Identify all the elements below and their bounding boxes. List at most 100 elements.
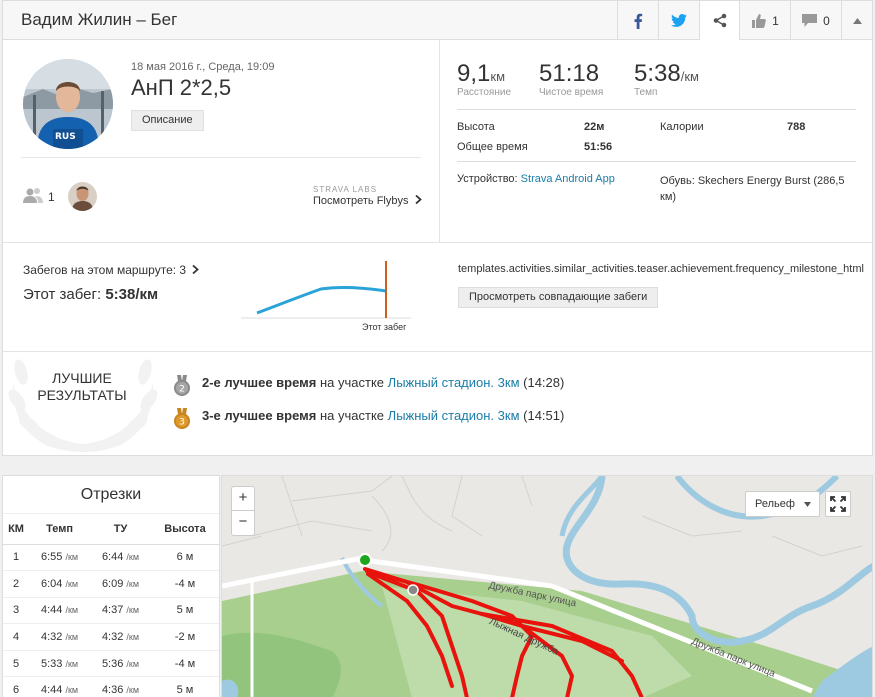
split-pace-unit: /км xyxy=(65,578,79,589)
distance-label: Расстояние xyxy=(457,87,512,98)
share-icon xyxy=(713,13,726,28)
split-pace-value: 6:04 xyxy=(40,577,63,590)
matched-runs-link[interactable]: Забегов на этом маршруте: 3 xyxy=(23,263,200,277)
shoes-label: Обувь: xyxy=(660,175,695,187)
split-gap: 4:36 /км xyxy=(90,676,151,697)
achievement-row: 3-е лучшее время на участке Лыжный стади… xyxy=(202,408,564,423)
activity-card: Вадим Жилин – Бег 1 0 RUS 18 мая 2016 г.… xyxy=(2,0,873,456)
divider xyxy=(3,242,872,243)
this-run-value: 5:38/км xyxy=(105,286,159,303)
comment-count: 0 xyxy=(823,13,830,28)
pace-value: 5:38 xyxy=(634,60,681,87)
facebook-share-button[interactable] xyxy=(617,1,658,40)
this-run-label: Этот забег: xyxy=(23,286,102,303)
device-label: Устройство: xyxy=(457,173,518,185)
group-athlete-avatar[interactable] xyxy=(68,182,97,211)
moving-time-stat: 51:18 Чистое время xyxy=(539,60,603,98)
splits-title: Отрезки xyxy=(3,476,219,514)
pace-sparkline: Этот забег xyxy=(241,261,411,332)
split-gap: 6:44 /км xyxy=(90,544,151,572)
achievement-time: (14:51) xyxy=(523,408,565,423)
split-gap-value: 6:09 xyxy=(101,577,124,590)
map-type-label: Рельеф xyxy=(755,498,795,510)
split-km: 5 xyxy=(3,650,30,678)
split-km: 3 xyxy=(3,597,30,625)
split-row: 3 4:44 /км 4:37 /км 5 м xyxy=(3,597,219,625)
kudos-button[interactable]: 1 xyxy=(739,1,790,40)
bronze-medal-icon: 3 xyxy=(174,408,190,429)
share-button[interactable] xyxy=(699,1,739,40)
fullscreen-icon xyxy=(830,496,846,512)
zoom-control: + − xyxy=(231,486,255,536)
facebook-icon xyxy=(634,13,643,29)
split-pace-unit: /км xyxy=(65,658,79,669)
avatar-photo: RUS xyxy=(23,59,113,149)
split-pace-unit: /км xyxy=(65,685,79,696)
split-gap: 4:32 /км xyxy=(90,623,151,651)
elapsed-time-value: 51:56 xyxy=(584,141,613,153)
vertical-divider xyxy=(439,40,440,242)
route-map[interactable]: Дружба парк улица Дружба парк улица Лыжн… xyxy=(221,475,873,697)
comments-button[interactable]: 0 xyxy=(790,1,841,40)
split-pace: 6:04 /км xyxy=(29,570,91,598)
fullscreen-button[interactable] xyxy=(825,491,851,517)
split-elevation: 5 м xyxy=(150,597,219,625)
athletes-icon[interactable] xyxy=(23,187,43,203)
split-pace-unit: /км xyxy=(65,632,79,643)
split-row: 6 4:44 /км 4:36 /км 5 м xyxy=(3,676,219,697)
this-run-pace: Этот забег: 5:38/км xyxy=(23,286,158,303)
best-efforts-title: Лучшие результаты xyxy=(37,370,127,403)
activity-name: АнП 2*2,5 xyxy=(131,75,232,100)
split-gap-value: 5:36 xyxy=(101,657,124,670)
zoom-in-button[interactable]: + xyxy=(232,487,254,511)
achievement-rank-label: 3-е лучшее время xyxy=(202,408,317,423)
segment-link[interactable]: Лыжный стадион. 3км xyxy=(388,375,520,390)
matched-runs-label: Забегов на этом маршруте: 3 xyxy=(23,263,187,277)
split-gap-value: 4:37 xyxy=(101,604,124,617)
column-header-km: КМ xyxy=(3,514,30,545)
kudos-count: 1 xyxy=(772,13,779,28)
elevation-label: Высота xyxy=(457,121,495,133)
split-gap-unit: /км xyxy=(126,685,140,696)
calories-label: Калории xyxy=(660,121,704,133)
split-row: 4 4:32 /км 4:32 /км -2 м xyxy=(3,623,219,651)
split-gap-unit: /км xyxy=(126,658,140,669)
segment-link[interactable]: Лыжный стадион. 3км xyxy=(388,408,520,423)
medal-rank: 3 xyxy=(179,418,185,428)
pace-unit: /км xyxy=(680,69,699,84)
thumbs-up-icon xyxy=(752,13,766,28)
view-matched-runs-button[interactable]: Просмотреть совпадающие забеги xyxy=(458,287,659,308)
athlete-thumb-photo xyxy=(68,182,97,211)
split-elevation: -2 м xyxy=(150,623,219,651)
device-link[interactable]: Strava Android App xyxy=(521,173,615,185)
twitter-share-button[interactable] xyxy=(658,1,699,40)
caret-down-icon xyxy=(804,501,811,507)
collapse-button[interactable] xyxy=(841,1,872,40)
strava-labs-label: STRAVA LABS xyxy=(313,185,378,194)
athlete-avatar[interactable]: RUS xyxy=(23,59,113,149)
shoes-info: Обувь: Skechers Energy Burst (286,5 км) xyxy=(660,173,860,205)
description-button[interactable]: Описание xyxy=(131,110,204,131)
zoom-out-button[interactable]: − xyxy=(232,511,254,535)
activity-header: Вадим Жилин – Бег 1 0 xyxy=(3,1,872,40)
column-header-gap: ТУ xyxy=(90,514,151,545)
split-pace-unit: /км xyxy=(65,552,79,563)
flybys-link[interactable]: Посмотреть Flybys xyxy=(313,194,422,207)
elevation-value-wrap: 22м xyxy=(584,121,604,133)
split-pace-value: 4:44 xyxy=(40,604,63,617)
split-row: 2 6:04 /км 6:09 /км -4 м xyxy=(3,570,219,598)
map-type-dropdown[interactable]: Рельеф xyxy=(745,491,820,517)
split-km: 6 xyxy=(3,676,30,697)
split-pace-unit: /км xyxy=(65,605,79,616)
split-km: 1 xyxy=(3,544,30,572)
chevron-right-icon xyxy=(414,194,422,205)
split-pace: 4:44 /км xyxy=(29,597,91,625)
split-km: 2 xyxy=(3,570,30,598)
calories-value-wrap: 788 xyxy=(787,121,805,133)
split-row: 1 6:55 /км 6:44 /км 6 м xyxy=(3,544,219,572)
split-elevation: -4 м xyxy=(150,570,219,598)
moving-time-label: Чистое время xyxy=(539,87,604,98)
chevron-right-icon xyxy=(192,264,200,275)
comment-icon xyxy=(802,14,818,27)
split-gap: 6:09 /км xyxy=(90,570,151,598)
